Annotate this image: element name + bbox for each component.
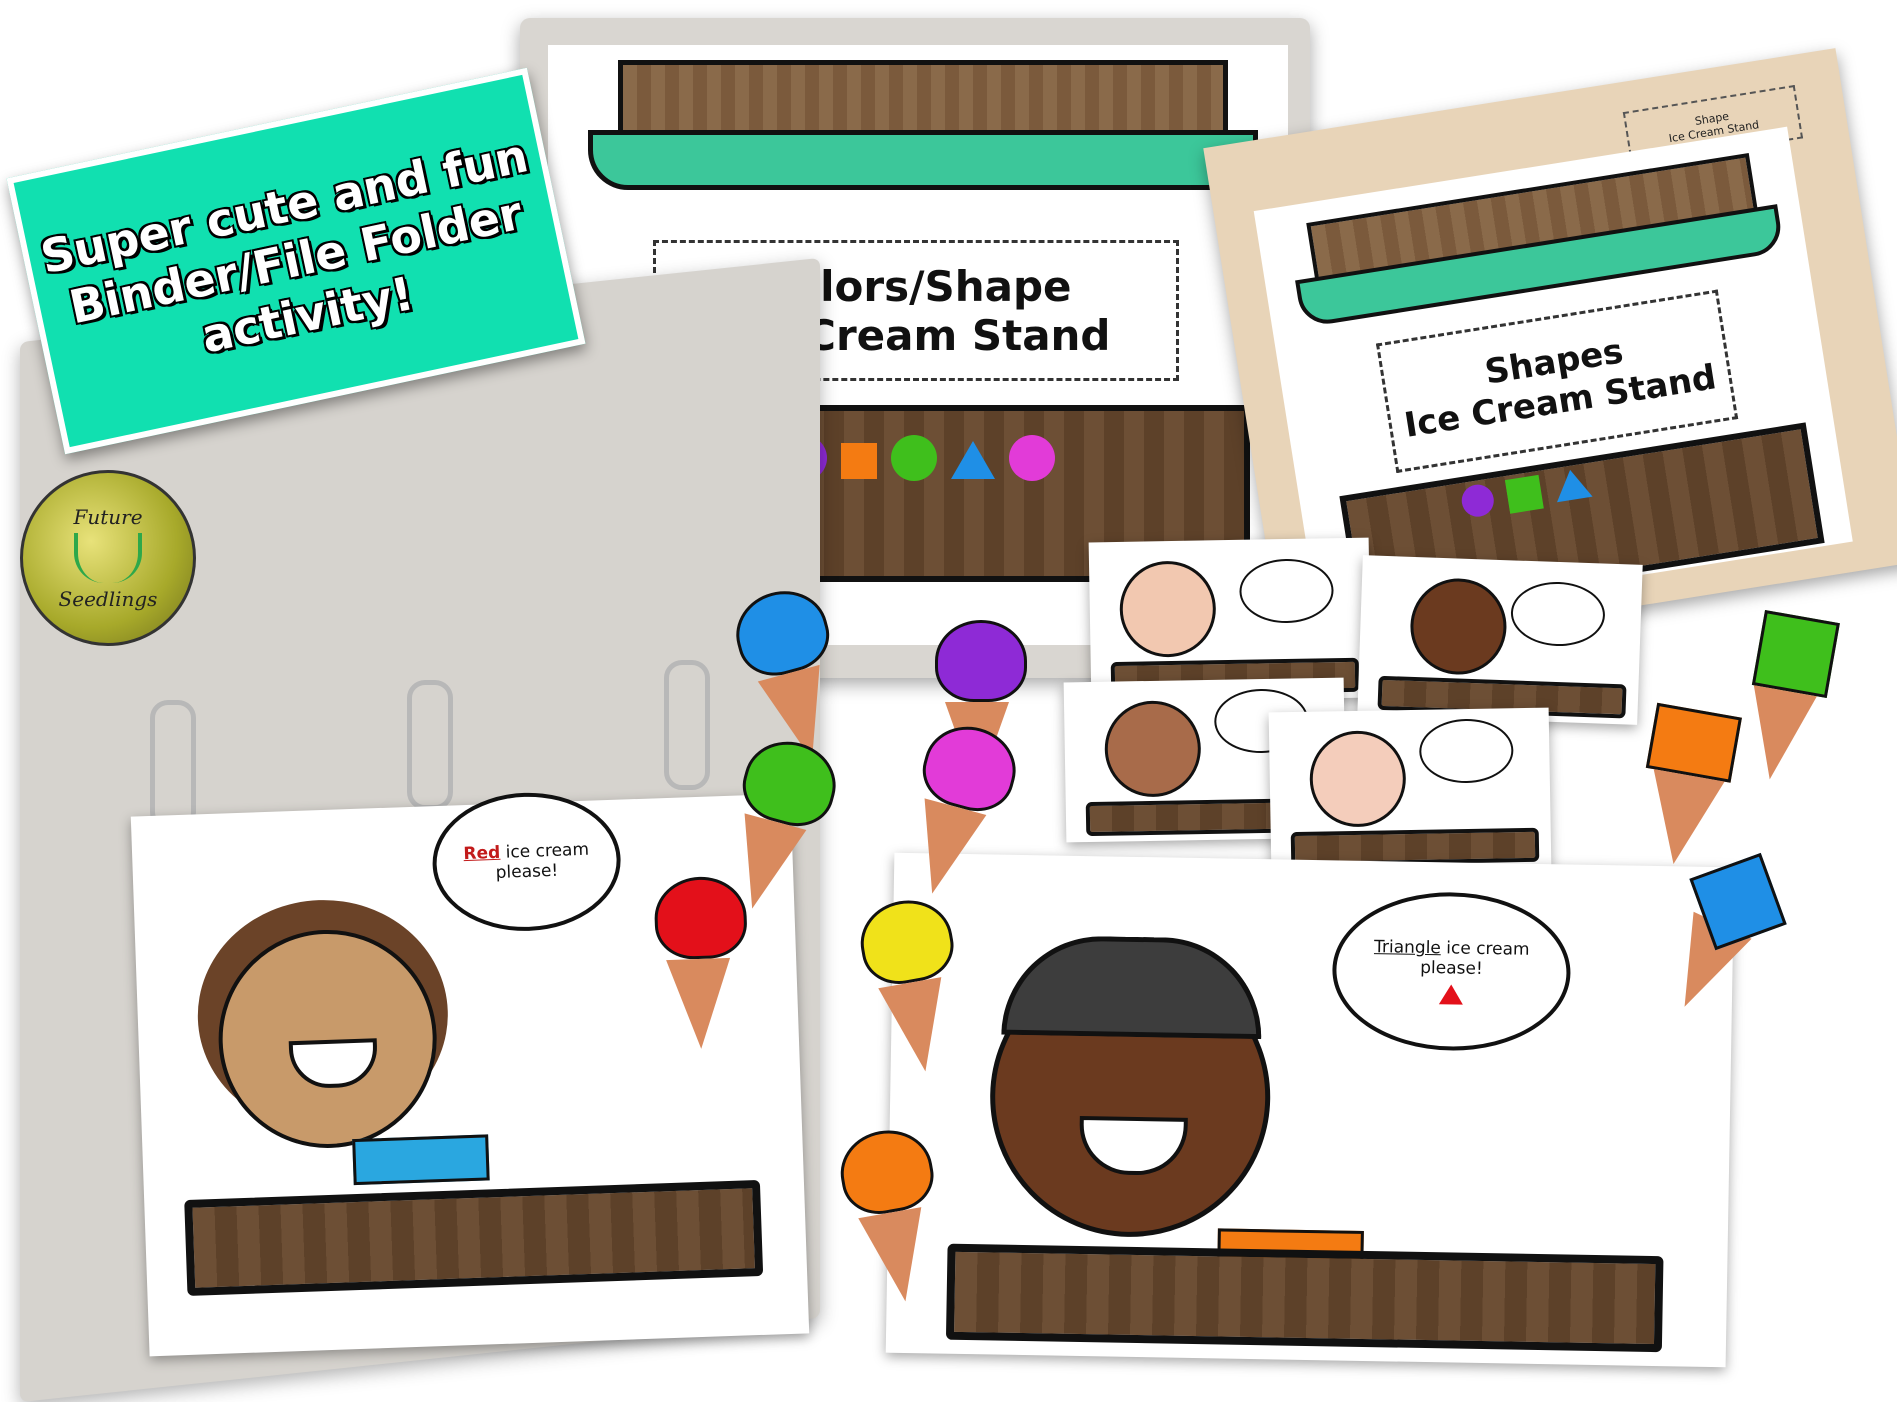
speech-rest: ice cream (505, 839, 590, 863)
green-scoop-icon (891, 435, 937, 481)
speech-bubble: Red ice cream please! (430, 789, 623, 935)
seedling-icon (74, 533, 142, 583)
big-activity-card: Triangle ice cream please! (885, 852, 1735, 1368)
red-triangle-icon (1438, 984, 1464, 1005)
kid-face (1118, 560, 1217, 658)
future-seedlings-logo: Future Seedlings (20, 470, 196, 646)
logo-bottom: Seedlings (58, 587, 158, 611)
binder-page-counter (184, 1179, 764, 1296)
stand-awning (588, 130, 1258, 190)
speech-bubble: Triangle ice cream please! (1331, 890, 1572, 1053)
stand-roof (618, 60, 1228, 140)
green-square-icon (1504, 474, 1544, 514)
kid-face (1103, 700, 1202, 798)
binder-ring-icon (150, 700, 196, 830)
speech-color-word: Red (463, 842, 501, 865)
girl-shirt (352, 1134, 490, 1186)
kid-card-2 (1357, 555, 1643, 725)
kid-face (1408, 576, 1509, 677)
empty-speech-bubble (1509, 580, 1607, 648)
binder-ring-icon (664, 660, 710, 790)
blue-triangle-icon (951, 441, 995, 479)
boy-hair (1001, 934, 1263, 1040)
speech-line2: please! (495, 860, 559, 883)
logo-top: Future (73, 505, 143, 529)
speech-rest: ice cream (1446, 938, 1530, 960)
empty-speech-bubble (1418, 718, 1514, 784)
kid-card-4 (1268, 707, 1552, 873)
empty-speech-bubble (1238, 558, 1335, 624)
orange-square-icon (841, 443, 877, 479)
blue-triangle-icon (1552, 467, 1593, 503)
binder-page-card: Red ice cream please! (130, 789, 810, 1357)
speech-shape-word: Triangle (1373, 937, 1442, 959)
kid-face (1308, 730, 1407, 828)
big-card-counter (945, 1243, 1664, 1353)
purple-scoop-icon (1459, 482, 1497, 519)
binder-ring-icon (407, 680, 453, 810)
pink-scoop-icon (1009, 435, 1055, 481)
speech-line2: please! (1420, 957, 1483, 979)
